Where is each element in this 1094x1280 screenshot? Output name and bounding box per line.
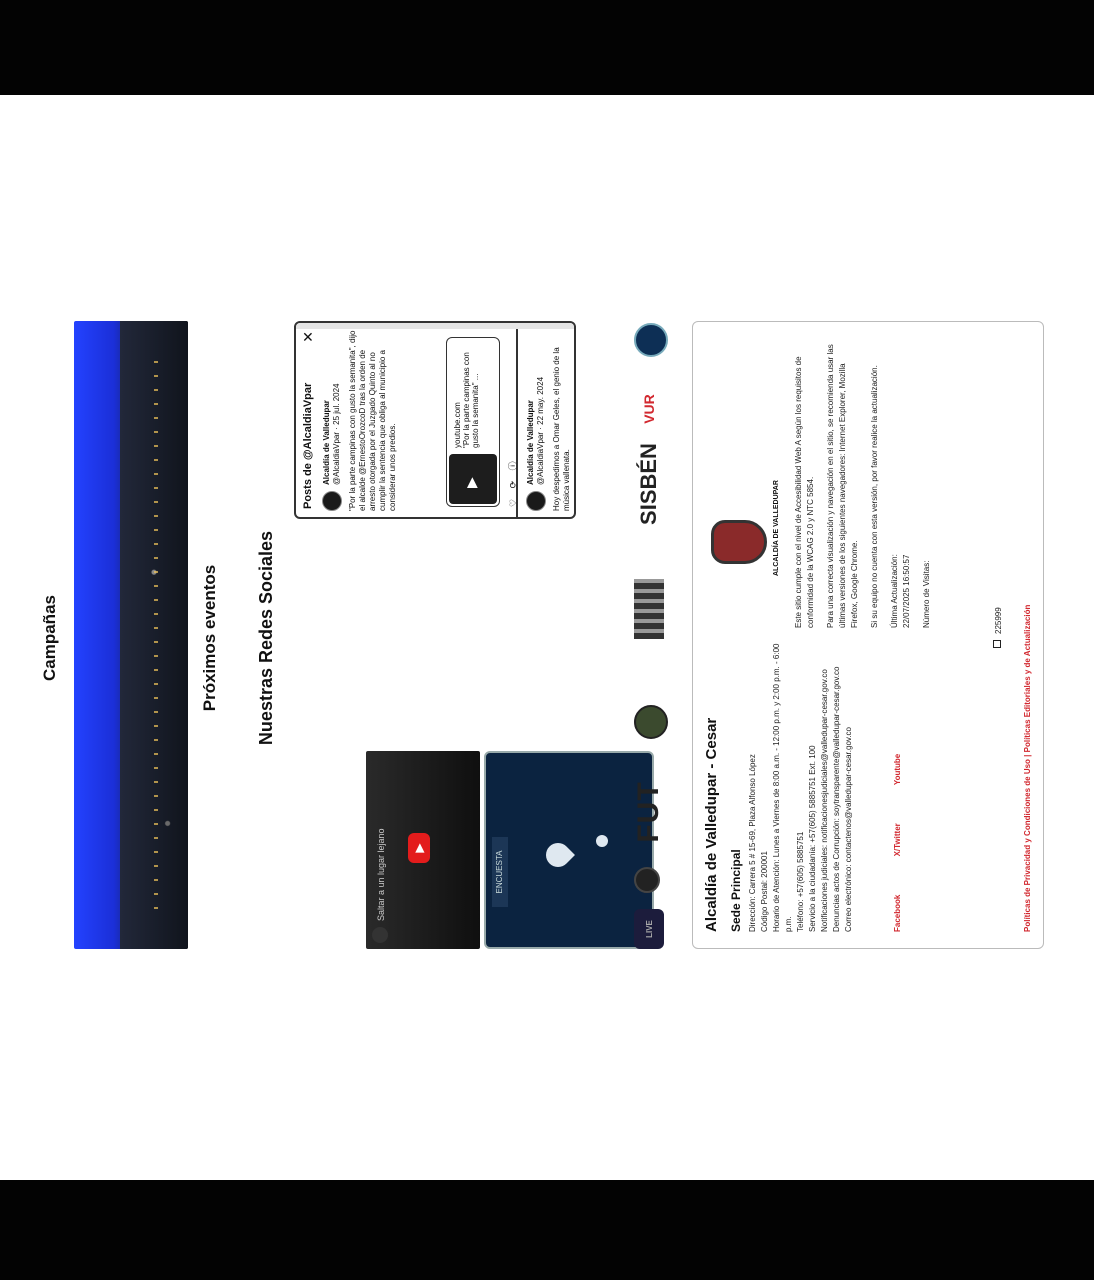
events-title: Próximos eventos xyxy=(200,564,219,712)
poll-banner[interactable]: ENCUESTA xyxy=(484,751,654,949)
partner-logos: LIVE FUT SISBÉN VUR xyxy=(630,321,670,949)
vur-logo[interactable]: VUR xyxy=(634,389,664,429)
tweet-author: Alcaldía de Valledupar xyxy=(322,400,331,485)
tweet-text: "Por la parte campinas con gusto la sema… xyxy=(348,330,397,511)
facebook-link[interactable]: Facebook xyxy=(893,895,902,932)
browsers-note: Para una correcta visualización y navega… xyxy=(826,344,859,628)
campaign-banner[interactable] xyxy=(74,321,188,949)
last-update-value: 22/07/2025 16:50:57 xyxy=(902,554,911,628)
close-icon[interactable]: ✕ xyxy=(300,331,317,343)
info-line: Servicio a la ciudadanía: +57(605) 58857… xyxy=(808,745,817,932)
info-line: Dirección: Carrera 5 # 15-69, Plaza Alfo… xyxy=(748,754,757,932)
contact-info: Dirección: Carrera 5 # 15-69, Plaza Alfo… xyxy=(747,632,855,932)
footer-site-info: Este sitio cumple con el nivel de Accesi… xyxy=(793,338,933,628)
tweet-link-card[interactable]: ▶ youtube.com "Por la parte campinas con… xyxy=(446,337,500,507)
avatar xyxy=(322,491,342,511)
poll-label: ENCUESTA xyxy=(492,837,508,907)
tweet-text: Hoy despedimos a Omar Geles, el genio de… xyxy=(552,347,571,511)
tweet-handle-date: @AlcaldiaVpar · 22 may. 2024 xyxy=(536,376,545,485)
accessibility-note: Este sitio cumple con el nivel de Accesi… xyxy=(794,356,815,628)
posts-widget-header: Posts de @AlcaldiaVpar xyxy=(302,382,314,509)
visits-label: Número de Visitas: xyxy=(922,560,931,628)
info-line[interactable]: Notificaciones judiciales: notificacione… xyxy=(819,632,831,932)
footer-social-links: Facebook X/Twitter Youtube xyxy=(893,718,902,932)
info-line[interactable]: Denuncias actos de Corrupción: soytransp… xyxy=(831,632,843,932)
card-domain: youtube.com xyxy=(453,402,462,448)
rotated-page: Campañas Próximos eventos Nuestras Redes… xyxy=(0,95,1094,1180)
tweet[interactable]: Alcaldía de Valledupar @AlcaldiaVpar · 2… xyxy=(526,329,572,511)
info-line[interactable]: Correo electrónico: contactenos@valledup… xyxy=(843,632,855,932)
tweet-author: Alcaldía de Valledupar xyxy=(526,400,535,485)
youtube-play-button[interactable]: ▶ xyxy=(408,833,430,863)
youtube-link[interactable]: Youtube xyxy=(893,754,902,785)
fut-logo[interactable]: FUT xyxy=(632,767,665,857)
social-title: Nuestras Redes Sociales xyxy=(256,530,276,746)
tweet[interactable]: Alcaldía de Valledupar @AlcaldiaVpar · 2… xyxy=(322,329,398,511)
bars-logo[interactable] xyxy=(634,579,664,639)
youtube-embed[interactable]: Saltar a un lugar lejano ▶ xyxy=(366,751,480,949)
dot-icon xyxy=(596,835,608,847)
crest-logo xyxy=(711,520,767,564)
twitter-link[interactable]: X/Twitter xyxy=(893,823,902,856)
footer-title: Alcaldía de Valledupar - Cesar xyxy=(703,717,720,932)
pin-icon xyxy=(541,838,575,872)
seal-logo[interactable] xyxy=(634,705,668,739)
policies-links[interactable]: Políticas de Privacidad y Condiciones de… xyxy=(1023,605,1032,932)
campaigns-title: Campañas xyxy=(40,595,59,681)
circle-logo[interactable] xyxy=(634,867,660,893)
sisben-logo[interactable]: SISBÉN xyxy=(634,439,664,529)
last-update-label: Última Actualización: xyxy=(890,554,899,628)
footer-card: Alcaldía de Valledupar - Cesar Sede Prin… xyxy=(692,321,1044,949)
divider xyxy=(516,323,518,517)
update-note: Si su equipo no cuenta con esta versión,… xyxy=(870,365,879,628)
play-icon[interactable]: ▶ xyxy=(463,477,480,488)
banner-city-lights xyxy=(154,361,158,909)
live-logo[interactable]: LIVE xyxy=(634,909,664,949)
video-title[interactable]: Saltar a un lugar lejano xyxy=(376,828,386,921)
browser-viewport: Campañas Próximos eventos Nuestras Redes… xyxy=(0,0,1094,1280)
channel-avatar xyxy=(372,927,388,943)
card-text: "Por la parte campinas con gusto la sema… xyxy=(462,352,480,448)
scrollbar[interactable] xyxy=(296,323,574,329)
footer-subtitle: Sede Principal xyxy=(729,849,743,932)
posts-widget[interactable]: Posts de @AlcaldiaVpar ✕ Alcaldía de Val… xyxy=(294,321,576,519)
visit-counter: 225999 xyxy=(993,607,1003,648)
crest-label: ALCALDÍA DE VALLEDUPAR xyxy=(773,480,780,576)
info-line: Código Postal: 200001 xyxy=(760,851,769,932)
round-logo[interactable] xyxy=(634,323,668,357)
avatar xyxy=(526,491,546,511)
counter-icon xyxy=(993,640,1001,648)
tweet-handle-date: @AlcaldiaVpar · 25 jul. 2024 xyxy=(332,383,341,485)
visits-value: 225999 xyxy=(994,607,1003,634)
info-line: Teléfono: +57(605) 5885751 xyxy=(796,831,805,932)
info-line: Horario de Atención: Lunes a Viernes de … xyxy=(772,643,793,932)
